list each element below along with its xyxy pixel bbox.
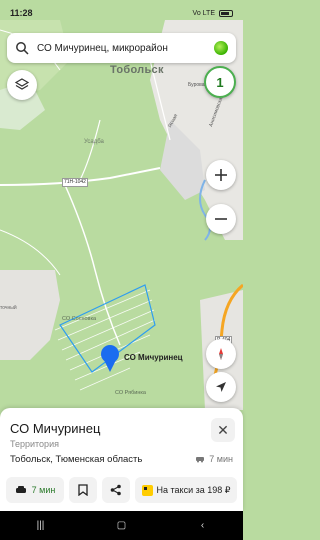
taxi-button[interactable]: На такси за 198 ₽ — [135, 477, 237, 503]
search-query[interactable]: СО Мичуринец, микрорайон — [37, 43, 214, 54]
map-pin-label[interactable]: СО Мичуринец — [124, 353, 183, 362]
map-label-ryabinka: СО Рябинка — [115, 390, 146, 396]
zoom-in-button[interactable] — [206, 160, 236, 190]
zoom-out-button[interactable] — [206, 204, 236, 234]
route-button[interactable]: 7 мин — [6, 477, 64, 503]
car-icon — [15, 486, 26, 493]
map-city-label: Тобольск — [110, 64, 164, 76]
map-road-code: 71Н-1042 — [62, 178, 88, 187]
search-icon — [16, 42, 29, 55]
compass-button[interactable] — [206, 339, 236, 369]
route-time: 7 мин — [31, 485, 56, 495]
drive-time: 7 мин — [195, 454, 233, 464]
plus-icon — [215, 169, 227, 181]
close-button[interactable]: ✕ — [211, 418, 235, 442]
place-title: СО Мичуринец — [10, 421, 101, 436]
action-bar: 7 мин На такси за 198 ₽ — [0, 470, 243, 510]
location-arrow-icon — [216, 382, 226, 392]
notification-badge-button[interactable]: 1 — [204, 66, 236, 98]
battery-icon — [219, 9, 233, 17]
home-icon[interactable]: ▢ — [112, 520, 132, 531]
map-label-sosnovka: СО Сосновка — [62, 316, 97, 322]
layers-icon — [14, 78, 30, 90]
drive-time-text: 7 мин — [209, 454, 233, 464]
place-region: Тобольск, Тюменская область — [10, 454, 143, 465]
car-icon — [196, 457, 205, 463]
map-label-usadba: Усадба — [84, 139, 104, 145]
my-location-button[interactable] — [206, 372, 236, 402]
map-label-ochny: точный — [0, 305, 17, 311]
bookmark-button[interactable] — [69, 477, 97, 503]
share-button[interactable] — [102, 477, 130, 503]
status-indicators: Vo LTE — [192, 9, 233, 17]
recent-apps-icon[interactable]: ||| — [31, 520, 51, 531]
network-indicator: Vo LTE — [192, 9, 215, 17]
taxi-icon — [141, 484, 153, 496]
layers-button[interactable] — [7, 70, 37, 100]
place-type: Территория — [10, 439, 59, 449]
status-bar: 11:28 Vo LTE — [0, 0, 243, 26]
close-icon: ✕ — [217, 421, 229, 438]
compass-icon — [219, 348, 223, 360]
minus-icon — [215, 218, 227, 220]
bookmark-icon — [78, 484, 88, 496]
back-icon[interactable]: ‹ — [193, 520, 213, 531]
share-icon — [110, 484, 121, 496]
status-time: 11:28 — [10, 8, 33, 18]
voice-assistant-icon[interactable] — [214, 41, 228, 55]
search-bar[interactable]: СО Мичуринец, микрорайон — [7, 33, 236, 63]
taxi-label: На такси за 198 ₽ — [156, 484, 231, 495]
system-nav-bar: ||| ▢ ‹ — [0, 511, 243, 540]
